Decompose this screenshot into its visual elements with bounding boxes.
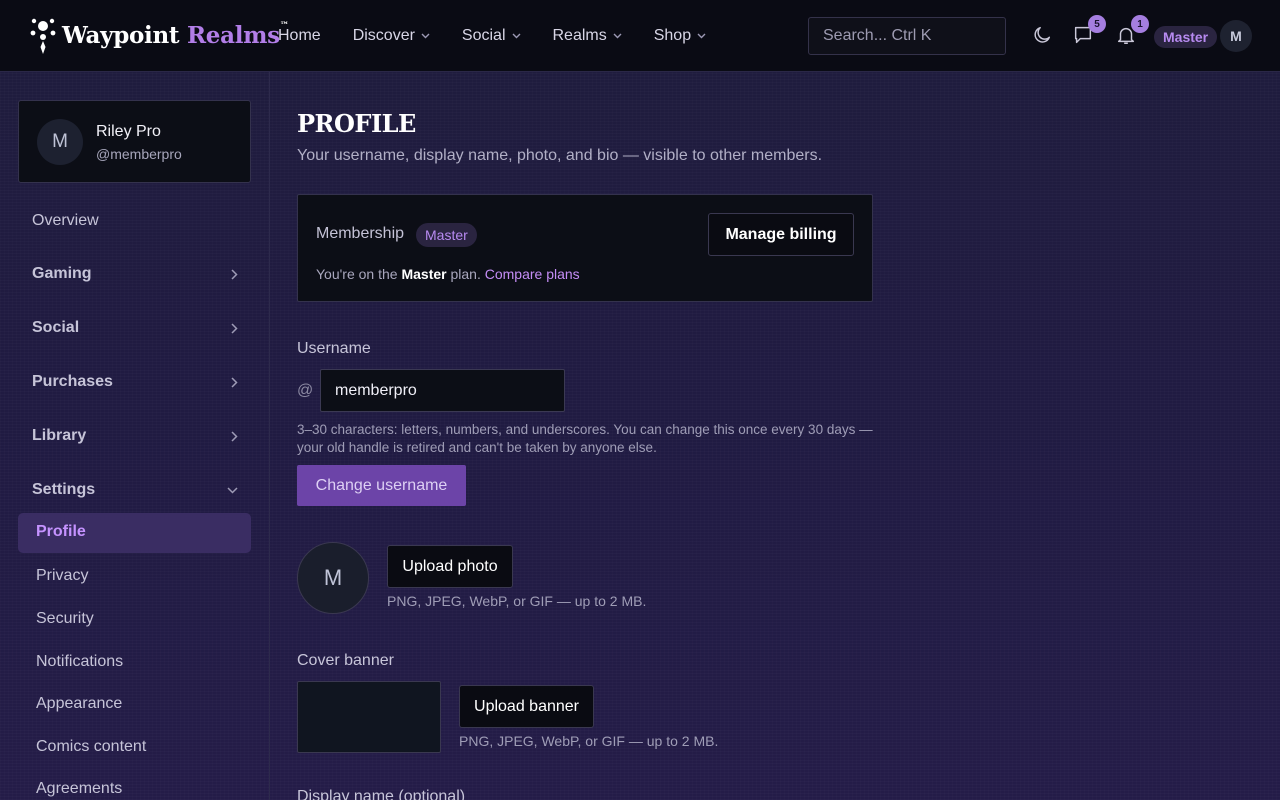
tier-badge: Master [1154, 26, 1218, 48]
change-username-button[interactable]: Change username [297, 465, 466, 506]
sidebar-item-appearance[interactable]: Appearance [36, 695, 122, 713]
brand-name: Waypoint Realms™ [62, 20, 289, 49]
sidebar-item-privacy[interactable]: Privacy [36, 567, 88, 585]
chevron-right-icon [231, 376, 238, 388]
membership-label: Membership [316, 225, 405, 242]
nav-discover[interactable]: Discover [353, 27, 430, 45]
username-input[interactable]: memberpro [320, 369, 565, 412]
messages-button[interactable]: 5 [1072, 15, 1106, 46]
at-prefix: @ [297, 382, 314, 399]
user-name: Riley Pro [96, 123, 161, 140]
display-name-label: Display name (optional) [297, 788, 466, 800]
chevron-right-icon [231, 322, 238, 334]
page-title: PROFILE [297, 109, 416, 138]
plan-name: Master [401, 266, 447, 282]
membership-tier-badge: Master [416, 223, 477, 247]
sidebar-item-notifications[interactable]: Notifications [36, 653, 123, 671]
notifications-button[interactable]: 1 [1115, 15, 1149, 46]
username-help-text: 3–30 characters: letters, numbers, and u… [297, 422, 873, 455]
chevron-down-icon [697, 33, 706, 39]
chevron-down-icon [421, 33, 430, 39]
photo-hint: PNG, JPEG, WebP, or GIF — up to 2 MB. [387, 593, 647, 609]
avatar[interactable]: M [1220, 20, 1252, 52]
sidebar: M Riley Pro @memberpro Overview Gaming S… [0, 72, 270, 800]
sidebar-item-overview[interactable]: Overview [32, 212, 99, 230]
profile-photo-avatar: M [297, 542, 369, 614]
sidebar-group-purchases[interactable]: Purchases [32, 373, 238, 391]
sidebar-item-security[interactable]: Security [36, 610, 94, 628]
membership-plan-line: You're on the Master plan. Compare plans [316, 266, 580, 282]
nav-shop[interactable]: Shop [654, 27, 706, 45]
sidebar-group-gaming[interactable]: Gaming [32, 265, 238, 283]
nav-home[interactable]: Home [278, 27, 321, 45]
upload-photo-button[interactable]: Upload photo [387, 545, 513, 588]
chevron-down-icon [613, 33, 622, 39]
theme-toggle[interactable] [1031, 24, 1053, 46]
user-avatar: M [37, 119, 83, 165]
moon-icon [1034, 26, 1051, 43]
user-handle: @memberpro [96, 146, 182, 162]
main-nav: Home Discover Social Realms Shop [278, 0, 738, 72]
chevron-right-icon [231, 268, 238, 280]
brand-logo[interactable]: Waypoint Realms™ [30, 16, 289, 54]
sparkle-logo-icon [30, 18, 56, 54]
sidebar-group-settings[interactable]: Settings [32, 481, 238, 499]
cover-banner-label: Cover banner [297, 652, 394, 669]
sidebar-item-comics-content[interactable]: Comics content [36, 738, 146, 756]
search-input[interactable]: Search... Ctrl K [808, 17, 1006, 55]
chevron-right-icon [231, 430, 238, 442]
chevron-down-icon [512, 33, 520, 39]
top-bar: Waypoint Realms™ Home Discover Social Re… [0, 0, 1280, 72]
messages-count-badge: 5 [1088, 15, 1106, 33]
user-card[interactable]: M Riley Pro @memberpro [18, 100, 251, 183]
compare-plans-link[interactable]: Compare plans [485, 266, 580, 282]
username-label: Username [297, 340, 371, 357]
membership-card: Membership Master Manage billing You're … [297, 194, 873, 302]
manage-billing-button[interactable]: Manage billing [708, 213, 854, 256]
notifications-count-badge: 1 [1131, 15, 1149, 33]
sidebar-item-agreements[interactable]: Agreements [36, 780, 122, 798]
nav-social[interactable]: Social [462, 27, 521, 45]
banner-hint: PNG, JPEG, WebP, or GIF — up to 2 MB. [459, 733, 719, 749]
upload-banner-button[interactable]: Upload banner [459, 685, 594, 728]
sidebar-group-social[interactable]: Social [32, 319, 238, 337]
banner-preview [297, 681, 441, 753]
sidebar-group-library[interactable]: Library [32, 427, 238, 445]
nav-realms[interactable]: Realms [553, 27, 622, 45]
sidebar-item-profile[interactable]: Profile [18, 513, 251, 553]
page-subtitle: Your username, display name, photo, and … [297, 147, 823, 164]
chevron-down-icon [227, 486, 238, 494]
main-content: PROFILE Your username, display name, pho… [297, 72, 937, 800]
search-placeholder: Search... Ctrl K [823, 27, 932, 44]
